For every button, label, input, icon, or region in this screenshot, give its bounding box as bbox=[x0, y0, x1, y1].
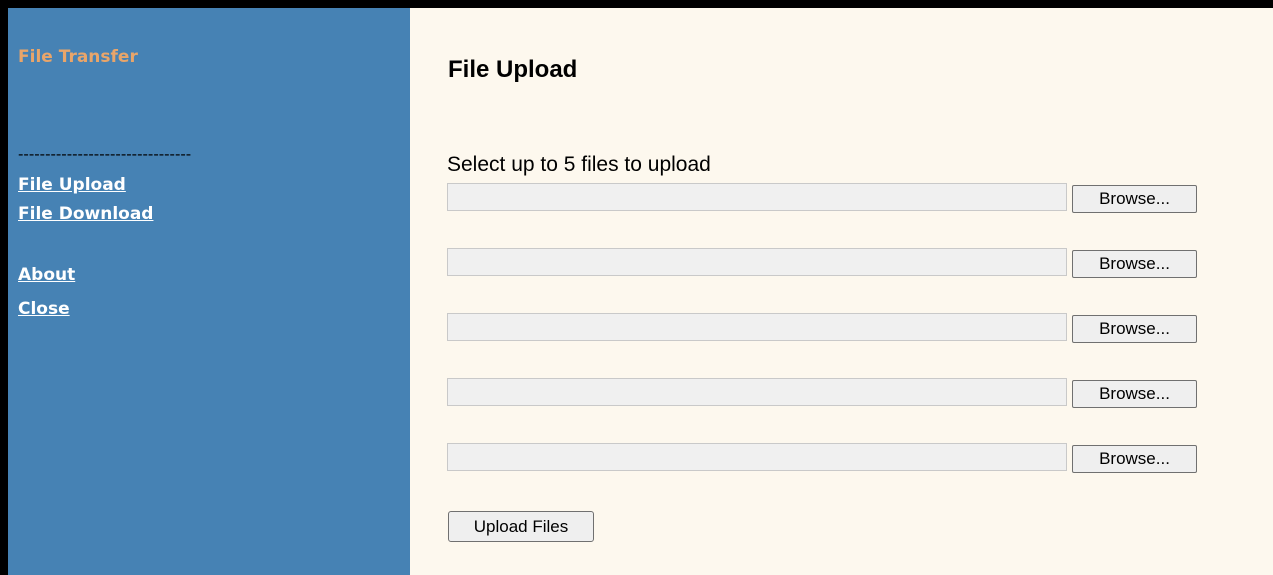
app-frame: File Transfer --------------------------… bbox=[8, 8, 1273, 575]
file-path-field[interactable] bbox=[447, 183, 1067, 211]
browse-button[interactable]: Browse... bbox=[1072, 185, 1197, 213]
browse-button[interactable]: Browse... bbox=[1072, 445, 1197, 473]
page-title: File Upload bbox=[448, 56, 578, 83]
file-path-field[interactable] bbox=[447, 313, 1067, 341]
upload-instructions: Select up to 5 files to upload bbox=[447, 153, 711, 176]
nav-about[interactable]: About bbox=[18, 265, 75, 285]
upload-files-button[interactable]: Upload Files bbox=[448, 511, 594, 542]
file-path-field[interactable] bbox=[447, 248, 1067, 276]
nav-file-download[interactable]: File Download bbox=[18, 204, 153, 224]
browse-button[interactable]: Browse... bbox=[1072, 380, 1197, 408]
main-content: File Upload Select up to 5 files to uplo… bbox=[410, 8, 1273, 575]
nav-close[interactable]: Close bbox=[18, 299, 70, 319]
nav-file-upload[interactable]: File Upload bbox=[18, 175, 126, 195]
file-input-row: Browse... bbox=[447, 248, 1211, 282]
file-path-field[interactable] bbox=[447, 378, 1067, 406]
browse-button[interactable]: Browse... bbox=[1072, 250, 1197, 278]
sidebar-divider: -------------------------------- bbox=[18, 145, 192, 163]
app-title: File Transfer bbox=[18, 47, 138, 67]
file-path-field[interactable] bbox=[447, 443, 1067, 471]
browse-button[interactable]: Browse... bbox=[1072, 315, 1197, 343]
file-input-row: Browse... bbox=[447, 443, 1211, 477]
file-input-row: Browse... bbox=[447, 313, 1211, 347]
sidebar: File Transfer --------------------------… bbox=[8, 8, 410, 575]
file-input-row: Browse... bbox=[447, 183, 1211, 217]
file-input-row: Browse... bbox=[447, 378, 1211, 412]
